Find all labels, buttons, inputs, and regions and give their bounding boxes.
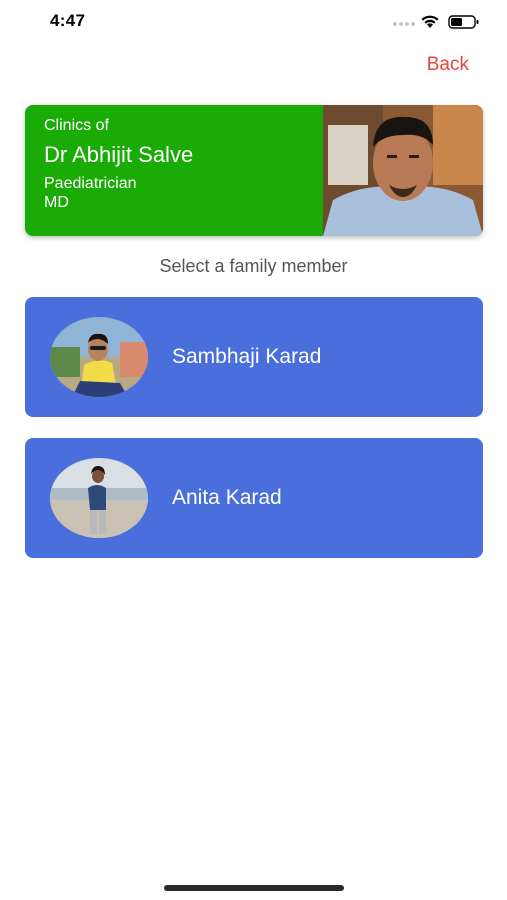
family-member-card[interactable]: Anita Karad [25, 438, 483, 558]
status-time: 4:47 [50, 11, 86, 30]
member-name: Sambhaji Karad [172, 345, 322, 368]
battery-icon [448, 15, 479, 29]
status-bar: 4:47 [0, 0, 507, 44]
member-avatar [50, 458, 148, 538]
back-button[interactable]: Back [427, 54, 469, 76]
family-member-card[interactable]: Sambhaji Karad [25, 297, 483, 417]
doctor-photo [323, 105, 483, 236]
clinics-label: Clinics of [44, 117, 109, 134]
doctor-name: Dr Abhijit Salve [44, 142, 194, 167]
doctor-degree: MD [44, 194, 69, 211]
doctor-card: Clinics of Dr Abhijit Salve Paediatricia… [25, 105, 483, 236]
doctor-info: Clinics of Dr Abhijit Salve Paediatricia… [44, 116, 193, 212]
wifi-icon [421, 15, 439, 28]
doctor-specialty: Paediatrician [44, 175, 137, 192]
member-avatar [50, 317, 148, 397]
cellular-signal-icon [393, 22, 415, 26]
member-name: Anita Karad [172, 486, 282, 509]
home-indicator[interactable] [164, 885, 344, 891]
select-family-member-heading: Select a family member [159, 256, 348, 276]
